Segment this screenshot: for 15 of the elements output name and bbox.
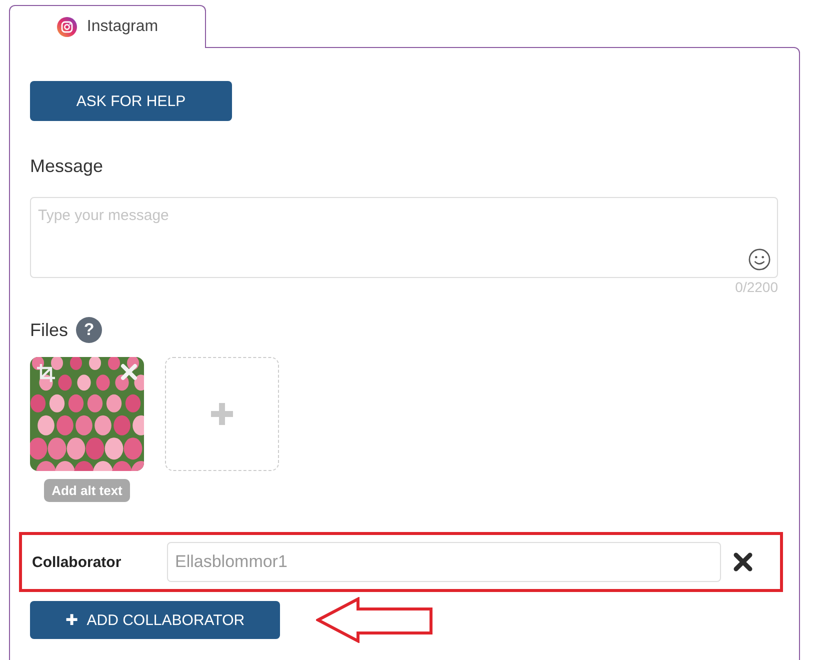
add-collaborator-button[interactable]: ✚ ADD COLLABORATOR: [30, 601, 280, 639]
tab[interactable]: Instagram: [9, 5, 206, 48]
message-field[interactable]: Type your message: [30, 197, 778, 278]
message-label: Message: [30, 156, 104, 177]
close-icon[interactable]: [733, 552, 753, 572]
emoji-icon[interactable]: [748, 248, 771, 271]
character-counter: 0/2200: [735, 279, 778, 295]
files-label: Files: [30, 320, 68, 340]
help-button[interactable]: ASK FOR HELP: [30, 81, 232, 121]
collaborator-label: Collaborator: [32, 554, 122, 570]
camera-icon: [56, 17, 77, 37]
help-icon[interactable]: ?: [76, 317, 102, 343]
remove-icon[interactable]: [120, 363, 138, 381]
plus-icon: [209, 401, 235, 427]
crop-icon[interactable]: [36, 363, 56, 383]
